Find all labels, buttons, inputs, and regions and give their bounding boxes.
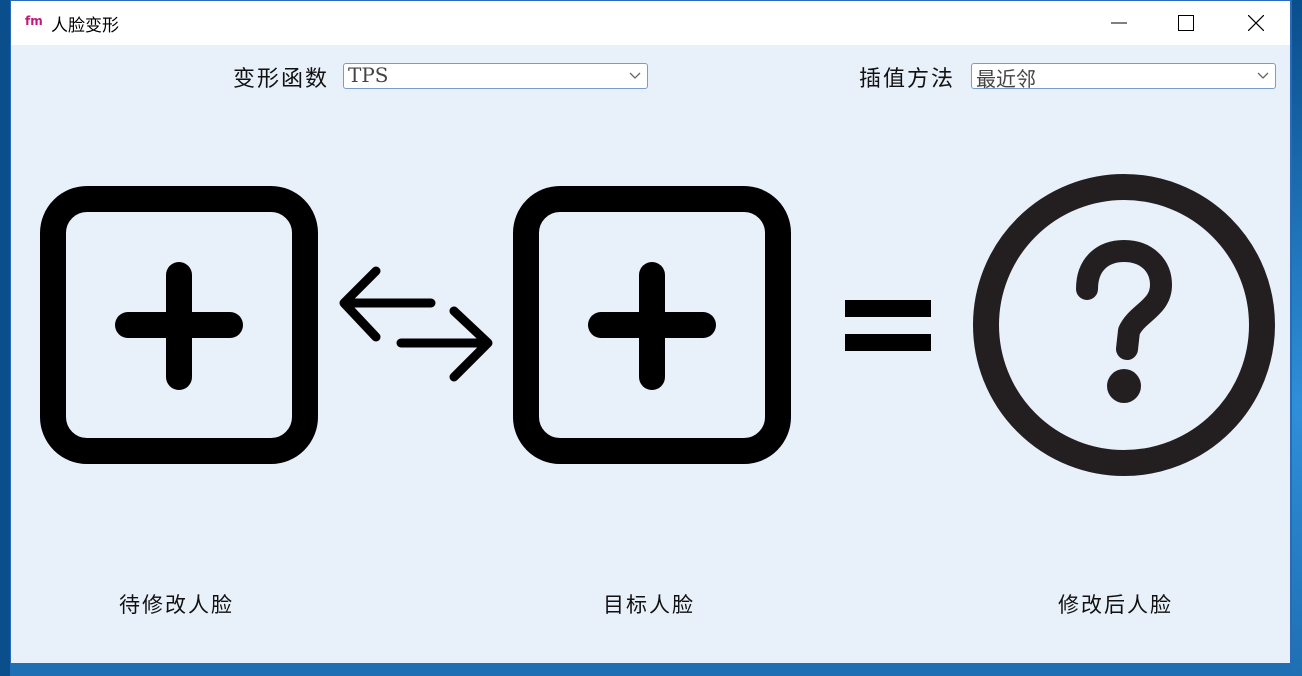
swap-faces-button[interactable] — [336, 263, 496, 392]
source-face-add-button[interactable] — [39, 186, 319, 470]
close-button[interactable] — [1233, 1, 1279, 45]
result-face-display — [969, 173, 1279, 487]
window-title: 人脸变形 — [51, 16, 119, 36]
maximize-button[interactable] — [1163, 1, 1209, 45]
close-icon — [1248, 15, 1264, 31]
source-face-caption: 待修改人脸 — [119, 593, 234, 617]
result-face-caption: 修改后人脸 — [1058, 593, 1173, 617]
chevron-down-icon — [629, 72, 641, 79]
minimize-button[interactable] — [1096, 1, 1142, 45]
target-face-add-button[interactable] — [512, 186, 792, 470]
title-bar[interactable]: fm 人脸变形 — [11, 1, 1290, 45]
maximize-icon — [1178, 15, 1194, 31]
minimize-icon — [1111, 22, 1127, 24]
interpolation-select[interactable]: 最近邻 — [971, 63, 1276, 91]
interpolation-value: 最近邻 — [976, 67, 1036, 91]
warp-function-value: TPS — [348, 63, 389, 87]
question-circle-icon — [973, 174, 1275, 476]
chevron-down-icon — [1257, 72, 1269, 79]
target-face-caption: 目标人脸 — [603, 593, 695, 617]
add-square-icon — [40, 186, 318, 464]
warp-function-select[interactable]: TPS — [343, 63, 648, 89]
app-logo-icon: fm — [25, 14, 43, 28]
desktop-background-left — [0, 0, 10, 676]
equals-sign — [845, 296, 935, 360]
swap-arrows-icon — [339, 266, 493, 382]
app-window: fm 人脸变形 变形函数 TPS 插值方法 最近邻 待修改人脸 目标人脸 修改后… — [10, 0, 1291, 664]
desktop-background-right — [1292, 0, 1302, 676]
interpolation-label: 插值方法 — [859, 67, 956, 92]
equals-icon — [845, 300, 931, 351]
warp-function-label: 变形函数 — [233, 67, 330, 92]
add-square-icon — [513, 186, 791, 464]
